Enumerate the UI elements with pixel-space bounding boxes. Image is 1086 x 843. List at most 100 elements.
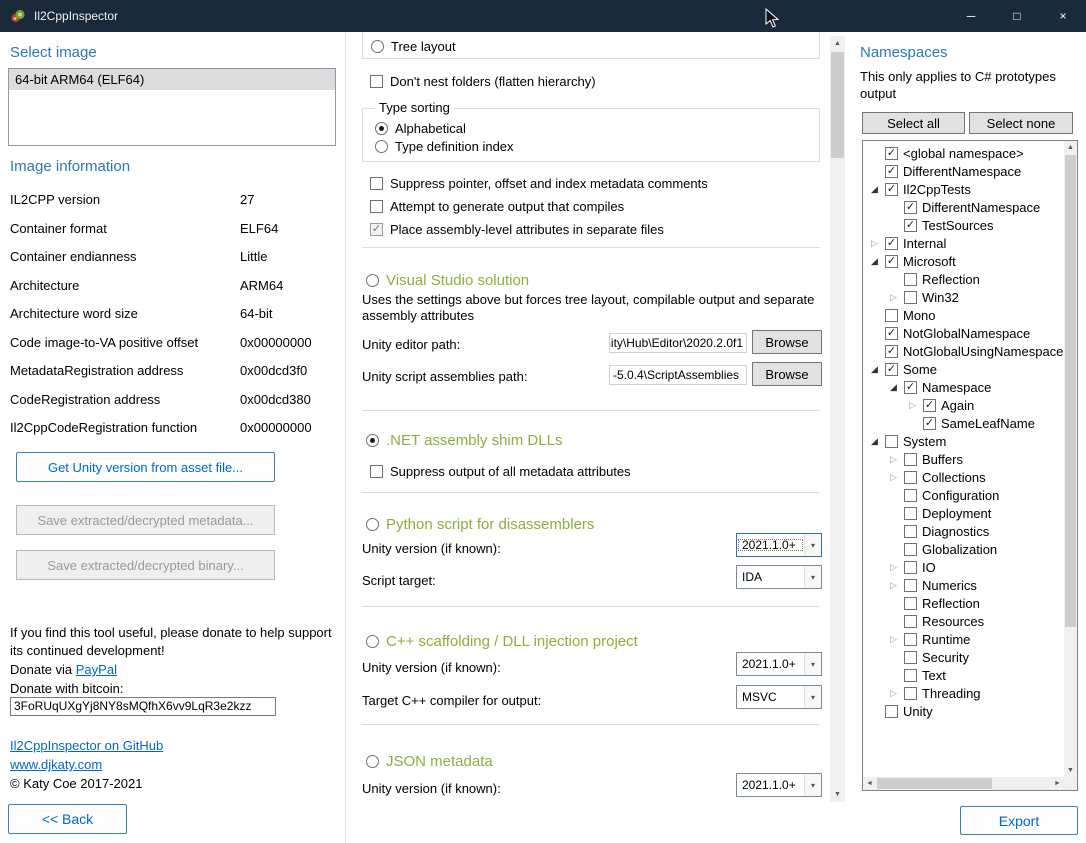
tree-checkbox[interactable]: ✓: [885, 165, 898, 178]
tree-checkbox[interactable]: ✓: [923, 399, 936, 412]
close-button[interactable]: ×: [1040, 0, 1086, 32]
tree-item[interactable]: ▷✓Internal: [863, 234, 1064, 252]
tree-checkbox[interactable]: ✓: [904, 219, 917, 232]
collapse-icon[interactable]: ◢: [871, 435, 885, 448]
select-none-button[interactable]: Select none: [969, 112, 1073, 134]
tree-item[interactable]: Deployment: [863, 504, 1064, 522]
radio-icon[interactable]: [366, 518, 379, 531]
radio-icon[interactable]: [371, 40, 384, 53]
tree-checkbox[interactable]: [904, 471, 917, 484]
collapse-icon[interactable]: ◢: [871, 183, 885, 196]
tree-item[interactable]: Reflection: [863, 594, 1064, 612]
tree-checkbox[interactable]: ✓: [904, 381, 917, 394]
scrollbar-thumb[interactable]: [877, 778, 992, 789]
tree-item[interactable]: ▷IO: [863, 558, 1064, 576]
maximize-button[interactable]: □: [994, 0, 1040, 32]
json-unity-version-combo[interactable]: 2021.1.0+ ▾: [736, 773, 822, 797]
tree-item[interactable]: ✓SameLeafName: [863, 414, 1064, 432]
suppress-comments-option[interactable]: Suppress pointer, offset and index metad…: [370, 174, 708, 192]
tree-checkbox[interactable]: ✓: [885, 183, 898, 196]
tree-checkbox[interactable]: ✓: [885, 237, 898, 250]
tree-checkbox[interactable]: ✓: [885, 255, 898, 268]
json-metadata-option[interactable]: JSON metadata: [366, 751, 493, 771]
unity-editor-path-field[interactable]: Files\Unity\Hub\Editor\2020.2.0f1: [609, 333, 747, 353]
tree-checkbox[interactable]: [885, 435, 898, 448]
tree-checkbox[interactable]: [904, 489, 917, 502]
image-list-item[interactable]: 64-bit ARM64 (ELF64): [9, 69, 335, 90]
tree-item[interactable]: Diagnostics: [863, 522, 1064, 540]
tree-item[interactable]: Configuration: [863, 486, 1064, 504]
tree-item[interactable]: ✓DifferentNamespace: [863, 198, 1064, 216]
tree-checkbox[interactable]: [904, 525, 917, 538]
minimize-button[interactable]: ─: [948, 0, 994, 32]
scroll-left-icon[interactable]: ◄: [863, 777, 876, 790]
collapse-icon[interactable]: ◢: [890, 381, 904, 394]
checkbox-icon[interactable]: [370, 75, 383, 88]
expand-icon[interactable]: ▷: [890, 633, 904, 646]
tree-checkbox[interactable]: [904, 633, 917, 646]
browse-script-assemblies-button[interactable]: Browse: [752, 362, 822, 386]
flatten-hierarchy-option[interactable]: Don't nest folders (flatten hierarchy): [370, 72, 596, 90]
vs-solution-option[interactable]: Visual Studio solution: [366, 270, 529, 290]
get-unity-version-button[interactable]: Get Unity version from asset file...: [16, 452, 275, 482]
tree-checkbox[interactable]: ✓: [885, 363, 898, 376]
python-unity-version-combo[interactable]: 2021.1.0+ ▾: [736, 533, 822, 557]
tree-checkbox[interactable]: ✓: [885, 345, 898, 358]
tree-checkbox[interactable]: [885, 705, 898, 718]
script-target-combo[interactable]: IDA ▾: [736, 565, 822, 589]
tree-checkbox[interactable]: [904, 273, 917, 286]
tree-vscrollbar[interactable]: ▲ ▼: [1064, 141, 1077, 777]
checkbox-icon[interactable]: [370, 177, 383, 190]
tree-item[interactable]: Reflection: [863, 270, 1064, 288]
checkbox-icon[interactable]: ✓: [370, 223, 383, 236]
options-scrollbar[interactable]: ▲ ▼: [830, 36, 845, 802]
tree-item[interactable]: Resources: [863, 612, 1064, 630]
scrollbar-thumb[interactable]: [1065, 155, 1076, 627]
tree-checkbox[interactable]: ✓: [885, 147, 898, 160]
back-button[interactable]: << Back: [8, 804, 127, 834]
tree-checkbox[interactable]: ✓: [923, 417, 936, 430]
tree-checkbox[interactable]: [904, 597, 917, 610]
tree-item[interactable]: ▷Runtime: [863, 630, 1064, 648]
tree-checkbox[interactable]: [904, 291, 917, 304]
tree-item[interactable]: Globalization: [863, 540, 1064, 558]
python-script-option[interactable]: Python script for disassemblers: [366, 514, 594, 534]
radio-icon[interactable]: [375, 122, 388, 135]
tree-item[interactable]: ▷Threading: [863, 684, 1064, 702]
bitcoin-address-field[interactable]: 3FoRUqUXgYj8NY8sMQfhX6vv9LqR3e2kzz: [10, 697, 276, 716]
expand-icon[interactable]: ▷: [909, 399, 923, 412]
expand-icon[interactable]: ▷: [890, 687, 904, 700]
tree-checkbox[interactable]: ✓: [904, 201, 917, 214]
github-link[interactable]: Il2CppInspector on GitHub: [10, 738, 163, 753]
scroll-up-icon[interactable]: ▲: [1064, 141, 1077, 154]
checkbox-icon[interactable]: [370, 465, 383, 478]
tree-item[interactable]: ◢✓Namespace: [863, 378, 1064, 396]
export-button[interactable]: Export: [960, 806, 1078, 835]
cpp-unity-version-combo[interactable]: 2021.1.0+ ▾: [736, 652, 822, 676]
tree-item[interactable]: Text: [863, 666, 1064, 684]
tree-item[interactable]: ▷Collections: [863, 468, 1064, 486]
scroll-down-icon[interactable]: ▼: [1064, 764, 1077, 777]
tree-item[interactable]: ✓NotGlobalUsingNamespace: [863, 342, 1064, 360]
tree-checkbox[interactable]: [885, 309, 898, 322]
shim-dlls-option[interactable]: .NET assembly shim DLLs: [366, 430, 562, 450]
website-link[interactable]: www.djkaty.com: [10, 757, 102, 772]
expand-icon[interactable]: ▷: [890, 453, 904, 466]
tree-checkbox[interactable]: [904, 453, 917, 466]
radio-icon[interactable]: [375, 140, 388, 153]
tree-hscrollbar[interactable]: ◄ ►: [863, 777, 1064, 790]
tree-checkbox[interactable]: [904, 579, 917, 592]
tree-item[interactable]: ✓<global namespace>: [863, 144, 1064, 162]
tree-item[interactable]: ▷Win32: [863, 288, 1064, 306]
tree-item[interactable]: Mono: [863, 306, 1064, 324]
tree-checkbox[interactable]: [904, 543, 917, 556]
tree-checkbox[interactable]: [904, 615, 917, 628]
collapse-icon[interactable]: ◢: [871, 255, 885, 268]
expand-icon[interactable]: ▷: [871, 237, 885, 250]
tree-item[interactable]: ◢✓Microsoft: [863, 252, 1064, 270]
scroll-right-icon[interactable]: ►: [1051, 777, 1064, 790]
tree-checkbox[interactable]: [904, 687, 917, 700]
tree-layout-option[interactable]: Tree layout: [371, 37, 456, 55]
paypal-link[interactable]: PayPal: [76, 662, 117, 677]
attempt-compile-option[interactable]: Attempt to generate output that compiles: [370, 197, 624, 215]
